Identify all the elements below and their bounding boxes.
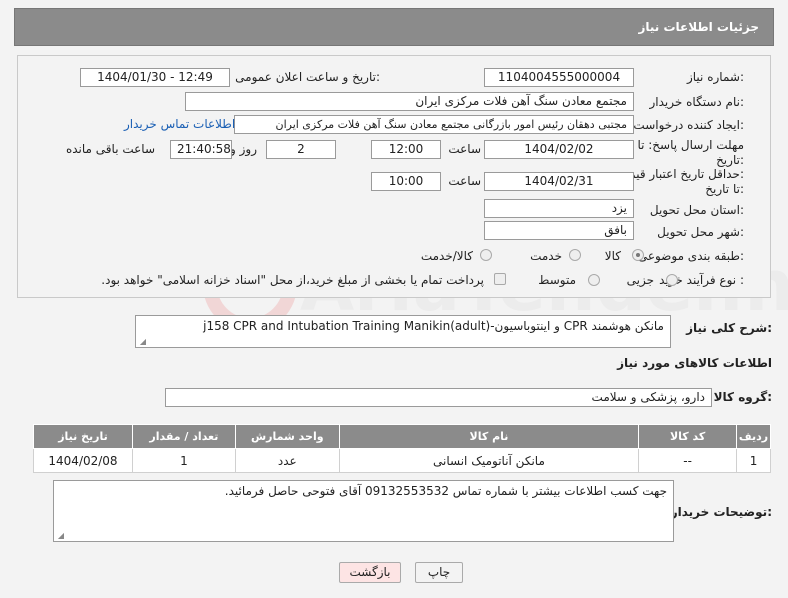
cell-row: 1 — [736, 448, 771, 473]
header-bar: جزئیات اطلاعات نیاز — [14, 8, 774, 46]
process-radio-minor[interactable] — [666, 274, 678, 286]
summary-field[interactable]: مانکن هوشمند CPR و اینتوباسیون-(j158 CPR… — [135, 315, 671, 348]
cell-qty: 1 — [132, 448, 236, 473]
category-option-goods: کالا — [604, 249, 621, 263]
goods-group-label: گروه کالا: — [713, 390, 772, 404]
days-field[interactable]: 2 — [266, 140, 336, 159]
need-number-field[interactable]: 1104004555000004 — [484, 68, 634, 87]
cell-code: -- — [638, 448, 738, 473]
buyer-notes-field[interactable]: جهت کسب اطلاعات بیشتر با شماره تماس 0913… — [53, 480, 674, 542]
buyer-contact-link[interactable]: اطلاعات تماس خریدار — [124, 117, 235, 131]
summary-label: شرح کلی نیاز: — [686, 321, 772, 335]
col-code: کد کالا — [638, 424, 738, 449]
goods-group-field[interactable]: دارو، پزشکی و سلامت — [165, 388, 712, 407]
days-label: روز و — [230, 142, 257, 156]
deadline-label: مهلت ارسال پاسخ: تا — [637, 138, 744, 152]
page-title: جزئیات اطلاعات نیاز — [638, 20, 759, 34]
remaining-label: ساعت باقی مانده — [65, 142, 155, 156]
remaining-time-field[interactable]: 21:40:58 — [170, 140, 232, 159]
city-label: شهر محل تحویل: — [657, 225, 744, 239]
cell-date: 1404/02/08 — [33, 448, 133, 473]
province-label: استان محل تحویل: — [649, 203, 744, 217]
items-table: ردیف کد کالا نام کالا واحد شمارش تعداد /… — [33, 424, 771, 473]
back-button[interactable]: بازگشت — [339, 562, 401, 583]
col-unit: واحد شمارش — [234, 424, 340, 449]
validity-date-field[interactable]: 1404/02/31 — [484, 172, 634, 191]
resize-handle-icon[interactable]: ◢ — [138, 338, 146, 346]
col-qty: تعداد / مقدار — [132, 424, 236, 449]
col-name: نام کالا — [338, 424, 640, 449]
validity-label: حداقل تاریخ اعتبار قیمت: — [617, 167, 744, 181]
validity-time-label: ساعت — [448, 174, 481, 188]
buyer-notes-label: توضیحات خریدار: — [670, 505, 772, 519]
summary-text: مانکن هوشمند CPR و اینتوباسیون-(j158 CPR… — [203, 319, 664, 333]
buyer-notes-text: جهت کسب اطلاعات بیشتر با شماره تماس 0913… — [224, 484, 667, 498]
cell-unit: عدد — [234, 448, 340, 473]
validity-time-field[interactable]: 10:00 — [371, 172, 441, 191]
items-table-header: ردیف کد کالا نام کالا واحد شمارش تعداد /… — [33, 424, 771, 449]
announce-datetime-field[interactable]: 1404/01/30 - 12:49 — [80, 68, 230, 87]
resize-handle-icon[interactable]: ◢ — [56, 532, 64, 540]
process-option-medium: متوسط — [538, 273, 576, 287]
deadline-time-label: ساعت — [448, 142, 481, 156]
table-row: 1 -- مانکن آناتومیک انسانی عدد 1 1404/02… — [33, 448, 771, 473]
process-radio-medium[interactable] — [588, 274, 600, 286]
creator-field[interactable]: مجتبی دهقان رئیس امور بازرگانی مجتمع معا… — [234, 115, 634, 134]
buyer-org-field[interactable]: مجتمع معادن سنگ آهن فلات مرکزی ایران — [185, 92, 634, 111]
validity-label-date: تا تاریخ: — [705, 182, 744, 196]
process-option-minor: جزیی — [626, 273, 654, 287]
buyer-org-label: نام دستگاه خریدار: — [649, 95, 745, 109]
goods-section-title: اطلاعات کالاهای مورد نیاز — [617, 356, 772, 370]
announce-label: تاریخ و ساعت اعلان عمومی: — [235, 70, 380, 84]
category-radio-goods[interactable] — [632, 249, 644, 261]
category-option-service: خدمت — [530, 249, 562, 263]
category-radio-both[interactable] — [480, 249, 492, 261]
cell-name: مانکن آناتومیک انسانی — [338, 448, 640, 473]
col-row: ردیف — [736, 424, 771, 449]
city-field[interactable]: بافق — [484, 221, 634, 240]
deadline-time-field[interactable]: 12:00 — [371, 140, 441, 159]
province-field[interactable]: یزد — [484, 199, 634, 218]
payment-checkbox[interactable] — [494, 273, 506, 285]
category-option-both: کالا/خدمت — [420, 249, 473, 263]
need-number-label: شماره نیاز: — [686, 70, 744, 84]
deadline-label-date: تاریخ: — [716, 153, 744, 167]
col-date: تاریخ نیاز — [33, 424, 133, 449]
payment-note: پرداخت تمام یا بخشی از مبلغ خرید،از محل … — [101, 273, 484, 287]
print-button[interactable]: چاپ — [415, 562, 463, 583]
deadline-date-field[interactable]: 1404/02/02 — [484, 140, 634, 159]
category-radio-service[interactable] — [569, 249, 581, 261]
category-label: طبقه بندی موضوعی: — [637, 249, 744, 263]
creator-label: ایجاد کننده درخواست: — [633, 118, 744, 132]
